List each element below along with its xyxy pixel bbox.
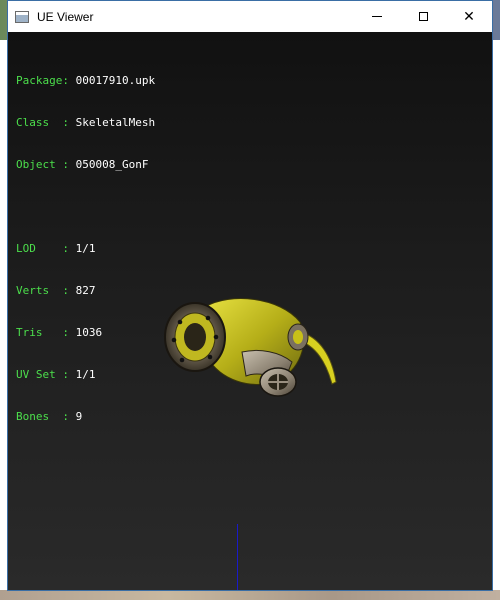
mesh-info-panel: Package: 00017910.upk Class : SkeletalMe… xyxy=(16,46,155,452)
verts-value: 827 xyxy=(75,284,96,297)
ue-viewer-window: UE Viewer ✕ Package: 00017910.upk Class … xyxy=(7,0,493,591)
close-icon: ✕ xyxy=(463,8,475,25)
title-bar[interactable]: UE Viewer ✕ xyxy=(8,1,492,32)
close-button[interactable]: ✕ xyxy=(446,1,492,32)
object-label: Object : xyxy=(16,158,69,171)
tris-value: 1036 xyxy=(75,326,103,339)
uvset-value: 1/1 xyxy=(75,368,96,381)
package-value: 00017910.upk xyxy=(75,74,156,87)
maximize-button[interactable] xyxy=(400,1,446,32)
tris-label: Tris : xyxy=(16,326,69,339)
background-text-column-right xyxy=(492,40,500,590)
bones-row: Bones : 9 xyxy=(16,410,155,424)
background-taskbar-strip xyxy=(0,590,500,600)
class-row: Class : SkeletalMesh xyxy=(16,116,155,130)
lod-row: LOD : 1/1 xyxy=(16,242,155,256)
minimize-icon xyxy=(372,16,382,17)
gas-mask-mesh[interactable] xyxy=(160,282,340,397)
uvset-label: UV Set : xyxy=(16,368,69,381)
verts-row: Verts : 827 xyxy=(16,284,155,298)
minimize-button[interactable] xyxy=(354,1,400,32)
package-label: Package: xyxy=(16,74,69,87)
class-value: SkeletalMesh xyxy=(75,116,156,129)
verts-label: Verts : xyxy=(16,284,69,297)
object-value: 050008_GonF xyxy=(75,158,149,171)
window-title: UE Viewer xyxy=(37,9,94,24)
bones-value: 9 xyxy=(75,410,83,423)
lod-label: LOD : xyxy=(16,242,69,255)
uvset-row: UV Set : 1/1 xyxy=(16,368,155,382)
package-row: Package: 00017910.upk xyxy=(16,74,155,88)
app-window-icon xyxy=(15,10,29,23)
maximize-icon xyxy=(418,12,428,21)
lod-value: 1/1 xyxy=(75,242,96,255)
class-label: Class : xyxy=(16,116,69,129)
object-row: Object : 050008_GonF xyxy=(16,158,155,172)
3d-viewport[interactable]: Package: 00017910.upk Class : SkeletalMe… xyxy=(8,32,492,590)
vertical-axis-line xyxy=(237,524,238,590)
tris-row: Tris : 1036 xyxy=(16,326,155,340)
bones-label: Bones : xyxy=(16,410,69,423)
